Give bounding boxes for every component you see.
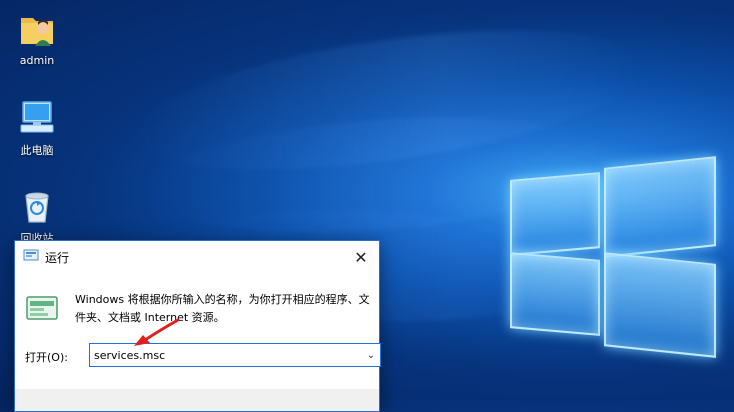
user-folder-icon bbox=[17, 10, 57, 50]
dialog-footer bbox=[15, 389, 379, 411]
chevron-down-icon[interactable]: ⌄ bbox=[362, 350, 380, 361]
windows-logo-pane bbox=[604, 156, 716, 258]
dialog-title: 运行 bbox=[45, 250, 70, 265]
windows-logo-pane bbox=[604, 252, 716, 358]
close-button[interactable]: ✕ bbox=[343, 241, 379, 273]
dialog-titlebar[interactable]: 运行 ✕ bbox=[15, 241, 379, 273]
desktop-icon-label: admin bbox=[19, 54, 55, 67]
dialog-description: Windows 将根据你所输入的名称，为你打开相应的程序、文件夹、文档或 Int… bbox=[75, 293, 370, 324]
run-large-icon bbox=[25, 293, 59, 327]
open-label: 打开(O): bbox=[25, 351, 68, 364]
close-icon: ✕ bbox=[354, 247, 368, 267]
recycle-bin-icon bbox=[17, 186, 57, 226]
run-dialog: 运行 ✕ Windows 将根据你所输入的名称，为你打开相应的程序、文件夹、文档… bbox=[14, 240, 381, 412]
run-app-icon bbox=[23, 247, 39, 267]
windows-logo-pane bbox=[510, 252, 600, 336]
desktop-icon-this-pc[interactable]: 此电脑 bbox=[7, 98, 67, 158]
annotation-arrow-icon bbox=[130, 318, 182, 352]
desktop-icon-label: 此电脑 bbox=[20, 144, 54, 157]
computer-icon bbox=[17, 98, 57, 138]
windows-logo-pane bbox=[510, 172, 600, 256]
desktop-icon-recycle-bin[interactable]: 回收站 bbox=[7, 186, 67, 246]
desktop-icon-admin[interactable]: admin bbox=[7, 10, 67, 67]
